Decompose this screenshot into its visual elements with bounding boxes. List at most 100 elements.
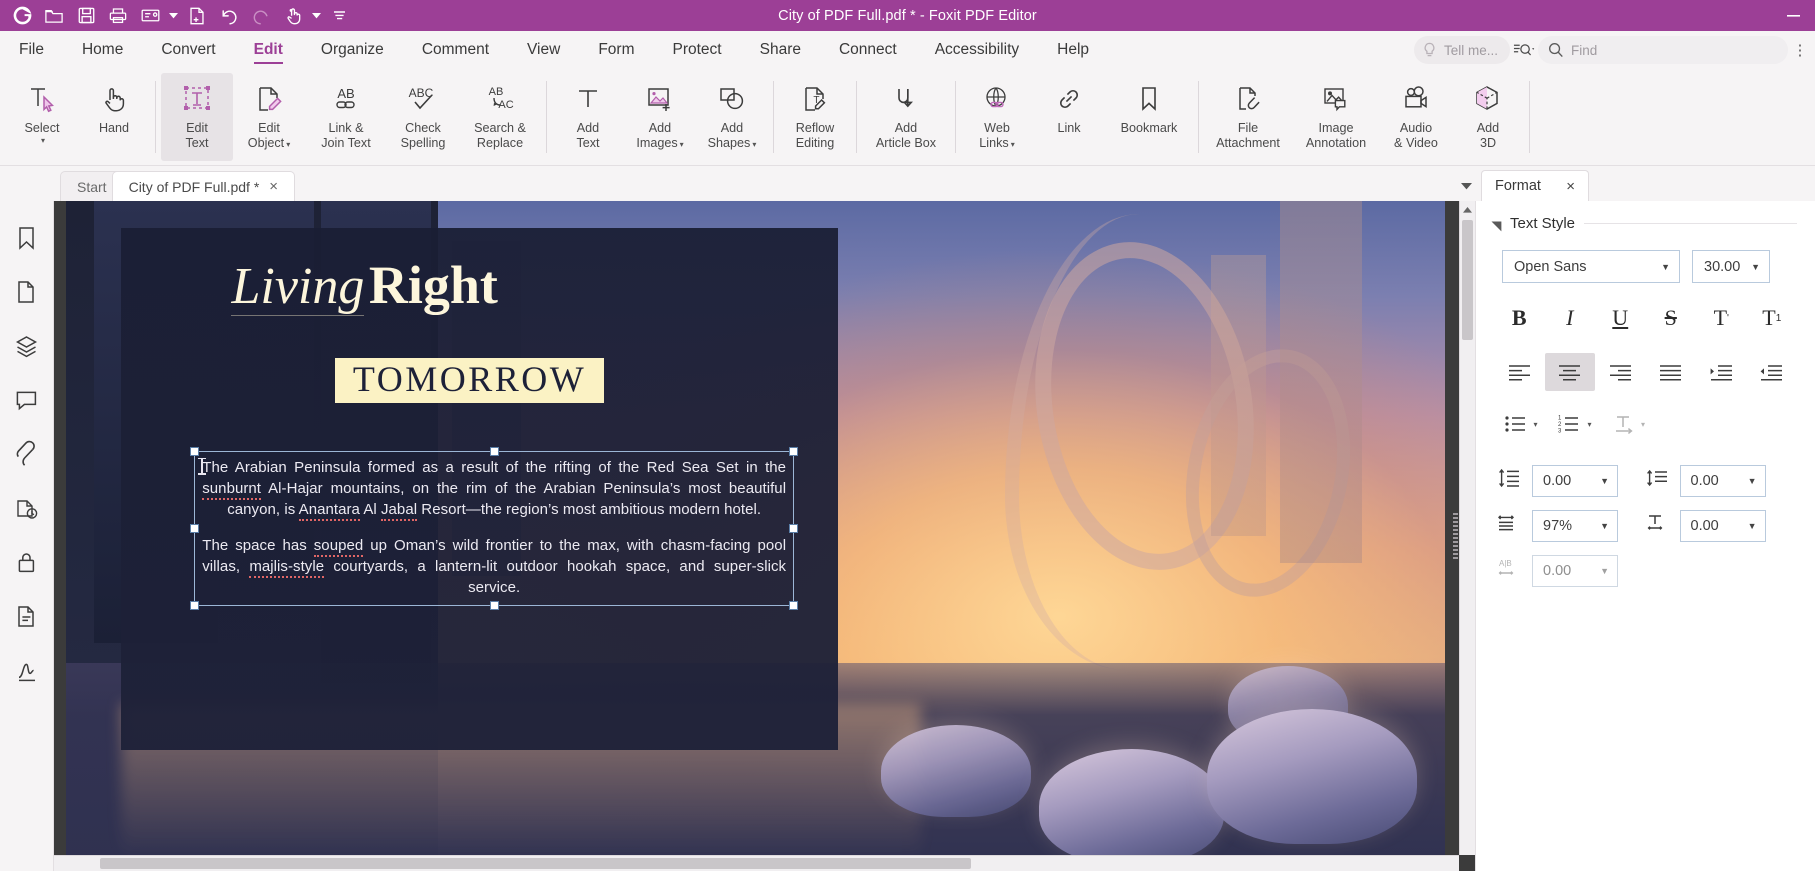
save-icon[interactable]: [71, 2, 101, 29]
ribbon-tab-help[interactable]: Help: [1038, 31, 1108, 69]
ribbon-tab-accessibility[interactable]: Accessibility: [916, 31, 1038, 69]
superscript-button[interactable]: T ': [1696, 299, 1747, 337]
resize-handle-bottom-middle[interactable]: [489, 600, 499, 610]
numbered-list-caret-icon[interactable]: ▾: [1587, 420, 1591, 429]
collapse-triangle-icon[interactable]: [1491, 216, 1507, 231]
ribbon-button-edit-text[interactable]: Edit Text: [161, 73, 233, 161]
ribbon-button-link[interactable]: Link: [1033, 73, 1105, 161]
ribbon-tab-protect[interactable]: Protect: [654, 31, 741, 69]
resize-handle-top-right[interactable]: [789, 446, 799, 456]
resize-handle-top-left[interactable]: [190, 446, 200, 456]
ribbon-button-bookmark[interactable]: Bookmark: [1105, 73, 1193, 161]
scroll-up-icon[interactable]: [1460, 201, 1476, 218]
vertical-scroll-thumb[interactable]: [1462, 220, 1473, 340]
font-size-select[interactable]: 30.00 ▼: [1692, 250, 1770, 283]
resize-handle-middle-left[interactable]: [190, 523, 200, 533]
ribbon-tab-file[interactable]: File: [0, 31, 63, 69]
bulleted-list-button[interactable]: ▾: [1494, 405, 1548, 443]
ribbon-button-add-3d[interactable]: Add 3D: [1452, 73, 1524, 161]
paragraph-2[interactable]: The space has souped up Oman’s wild fron…: [202, 535, 786, 598]
web-links-caret-icon[interactable]: ▾: [1011, 140, 1015, 149]
document-tab-city-of-pdf[interactable]: City of PDF Full.pdf * ×: [111, 171, 296, 201]
align-center-button[interactable]: [1544, 353, 1595, 391]
ribbon-tab-organize[interactable]: Organize: [302, 31, 403, 69]
print-icon[interactable]: [103, 2, 133, 29]
horizontal-scrollbar[interactable]: [54, 855, 1459, 871]
page-thumbnails-icon[interactable]: [8, 273, 46, 311]
bookmarks-icon[interactable]: [8, 219, 46, 257]
destinations-icon[interactable]: [8, 597, 46, 635]
bulleted-list-caret-icon[interactable]: ▾: [1533, 420, 1537, 429]
touch-mode-icon[interactable]: [278, 2, 308, 29]
ribbon-button-image-annotation[interactable]: Image Annotation: [1292, 73, 1380, 161]
align-justify-button[interactable]: [1646, 353, 1697, 391]
ribbon-tab-view[interactable]: View: [508, 31, 579, 69]
decrease-indent-button[interactable]: [1747, 353, 1798, 391]
ribbon-tab-convert[interactable]: Convert: [142, 31, 234, 69]
panel-resize-grip[interactable]: [1453, 513, 1458, 559]
bold-button[interactable]: B: [1494, 299, 1545, 337]
ribbon-button-web-links[interactable]: Web Links ▾: [961, 73, 1033, 161]
minimize-button[interactable]: [1771, 0, 1815, 31]
spellcheck-word[interactable]: sunburnt: [202, 479, 262, 500]
email-dropdown-caret-icon[interactable]: [167, 2, 180, 29]
text-direction-caret-icon[interactable]: ▾: [1641, 420, 1645, 429]
spellcheck-word[interactable]: Jabal: [380, 500, 418, 521]
horizontal-scroll-thumb[interactable]: [100, 858, 972, 869]
resize-handle-middle-right[interactable]: [789, 523, 799, 533]
text-style-section-header[interactable]: Text Style: [1476, 215, 1815, 232]
pdf-page-canvas[interactable]: Living Right TOMORROW The Arabian Penins…: [66, 201, 1445, 871]
ribbon-tab-edit[interactable]: Edit: [235, 31, 302, 69]
ribbon-button-edit-object[interactable]: Edit Object ▾: [233, 73, 305, 161]
align-right-button[interactable]: [1595, 353, 1646, 391]
tell-me-search[interactable]: Tell me...: [1413, 36, 1510, 64]
add-images-caret-icon[interactable]: ▾: [680, 140, 684, 149]
ribbon-button-reflow-editing[interactable]: T Reflow Editing: [779, 73, 851, 161]
ribbon-tab-home[interactable]: Home: [63, 31, 142, 69]
close-tab-icon[interactable]: ×: [269, 179, 278, 194]
character-spacing-field[interactable]: 0.00 ▼: [1532, 555, 1618, 587]
ribbon-button-file-attachment[interactable]: File Attachment: [1204, 73, 1292, 161]
ribbon-button-add-images[interactable]: Add Images ▾: [624, 73, 696, 161]
customize-toolbar-icon[interactable]: [333, 2, 346, 29]
align-left-button[interactable]: [1494, 353, 1545, 391]
resize-handle-bottom-left[interactable]: [190, 600, 200, 610]
select-dropdown-caret-icon[interactable]: ▾: [41, 136, 45, 145]
foxit-logo-icon[interactable]: [7, 2, 37, 29]
ribbon-tab-comment[interactable]: Comment: [403, 31, 508, 69]
ribbon-button-link-join-text[interactable]: AB Link & Join Text: [305, 73, 387, 161]
ribbon-button-check-spelling[interactable]: ABC Check Spelling: [387, 73, 459, 161]
ribbon-button-add-text[interactable]: Add Text: [552, 73, 624, 161]
numbered-list-button[interactable]: 123 ▾: [1548, 405, 1602, 443]
horizontal-scale-field[interactable]: 97% ▼: [1532, 510, 1618, 542]
add-shapes-caret-icon[interactable]: ▾: [752, 140, 756, 149]
paragraph-1[interactable]: The Arabian Peninsula formed as a result…: [202, 457, 786, 521]
edit-object-caret-icon[interactable]: ▾: [286, 140, 290, 149]
close-panel-icon[interactable]: ×: [1566, 178, 1575, 195]
subscript-button[interactable]: T1: [1747, 299, 1798, 337]
ribbon-button-add-shapes[interactable]: Add Shapes ▾: [696, 73, 768, 161]
ribbon-tab-connect[interactable]: Connect: [820, 31, 916, 69]
paragraph-spacing-field[interactable]: 0.00 ▼: [1679, 465, 1766, 497]
increase-indent-button[interactable]: [1696, 353, 1747, 391]
resize-handle-bottom-right[interactable]: [789, 600, 799, 610]
italic-button[interactable]: I: [1545, 299, 1596, 337]
ribbon-button-audio-video[interactable]: Audio & Video: [1380, 73, 1452, 161]
selected-text-box[interactable]: The Arabian Peninsula formed as a result…: [190, 446, 799, 610]
ribbon-button-search-replace[interactable]: AB AC Search & Replace: [459, 73, 541, 161]
strikethrough-button[interactable]: S: [1646, 299, 1697, 337]
touch-mode-dropdown-caret-icon[interactable]: [310, 2, 323, 29]
panel-tab-format[interactable]: Format ×: [1481, 170, 1589, 201]
font-family-select[interactable]: Open Sans ▼: [1502, 250, 1680, 283]
tab-list-dropdown-icon[interactable]: [1455, 175, 1477, 197]
vertical-scrollbar[interactable]: [1459, 201, 1475, 855]
layers-icon[interactable]: [8, 327, 46, 365]
stamps-icon[interactable]: [8, 489, 46, 527]
new-document-icon[interactable]: [182, 2, 212, 29]
redo-icon[interactable]: [246, 2, 276, 29]
advanced-search-icon[interactable]: [1513, 42, 1535, 59]
comments-icon[interactable]: [8, 381, 46, 419]
spellcheck-word[interactable]: majlis-style: [249, 557, 325, 578]
open-folder-icon[interactable]: [39, 2, 69, 29]
spellcheck-word[interactable]: souped: [313, 536, 364, 557]
